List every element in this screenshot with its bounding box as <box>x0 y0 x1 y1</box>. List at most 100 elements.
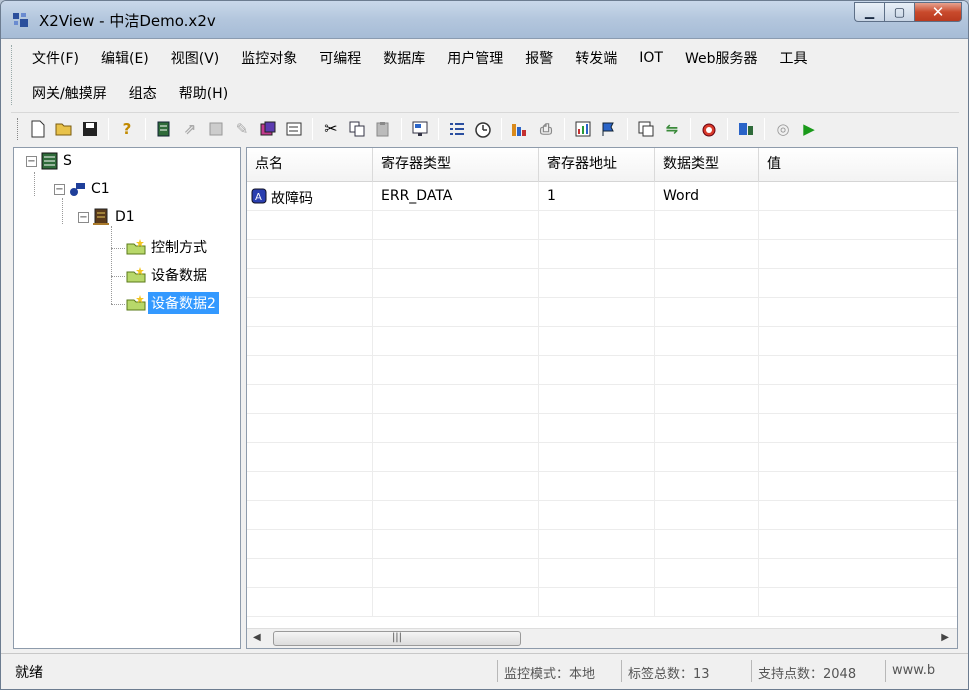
project-tree[interactable]: − S − C1 − D1 控制方式 设备数据 设备数据2 <box>13 147 241 649</box>
menu-web-server[interactable]: Web服务器 <box>674 46 769 70</box>
alarm-flag-icon[interactable] <box>599 119 619 139</box>
toolbar-separator <box>312 117 313 140</box>
close-button[interactable]: ✕ <box>914 2 962 22</box>
menu-gateway[interactable]: 网关/触摸屏 <box>21 81 118 105</box>
tree-label: S <box>63 153 72 169</box>
tree-node-channel[interactable]: − C1 <box>54 178 113 200</box>
paste-icon[interactable] <box>373 119 393 139</box>
menu-user-management[interactable]: 用户管理 <box>436 46 514 70</box>
add-tag-icon[interactable] <box>258 119 278 139</box>
menu-alarm[interactable]: 报警 <box>514 46 564 70</box>
print-icon[interactable]: ⎙ <box>536 119 556 139</box>
menu-config[interactable]: 组态 <box>118 81 168 105</box>
menu-help[interactable]: 帮助(H) <box>168 81 239 105</box>
alarm-clock-icon[interactable] <box>699 119 719 139</box>
copy-icon[interactable] <box>347 119 367 139</box>
tree-connector <box>62 198 63 224</box>
horizontal-scrollbar[interactable]: ◀ ||| ▶ <box>247 628 957 648</box>
scroll-left-icon[interactable]: ◀ <box>253 632 261 643</box>
menu-monitor-object[interactable]: 监控对象 <box>230 46 308 70</box>
column-header-name[interactable]: 点名 <box>247 148 373 182</box>
collapse-icon[interactable]: − <box>26 155 37 167</box>
run-icon[interactable]: ▶ <box>799 119 819 139</box>
empty-row <box>247 530 957 559</box>
open-folder-icon[interactable] <box>54 119 74 139</box>
save-icon[interactable] <box>80 119 100 139</box>
empty-row <box>247 472 957 501</box>
empty-row <box>247 240 957 269</box>
column-header-register-type[interactable]: 寄存器类型 <box>373 148 539 182</box>
tag-grid[interactable]: 点名 寄存器类型 寄存器地址 数据类型 值 A 故障码 ERR_DATA 1 W… <box>246 147 958 649</box>
user-icon[interactable] <box>510 119 530 139</box>
properties-icon[interactable] <box>284 119 304 139</box>
tree-node-server[interactable]: − S <box>26 150 75 172</box>
empty-row <box>247 211 957 240</box>
new-file-icon[interactable] <box>28 119 48 139</box>
empty-row <box>247 298 957 327</box>
list-view-icon[interactable] <box>447 119 467 139</box>
tree-label: 控制方式 <box>151 240 207 256</box>
cut-icon[interactable]: ✂ <box>321 119 341 139</box>
tree-label: C1 <box>91 181 110 197</box>
add-server-icon[interactable] <box>154 119 174 139</box>
window-title: X2View - 中洁Demo.x2v <box>39 12 216 30</box>
iot-icon[interactable]: ⇋ <box>662 119 682 139</box>
menu-view[interactable]: 视图(V) <box>160 46 231 70</box>
toolbar-separator <box>564 117 565 140</box>
menu-database[interactable]: 数据库 <box>372 46 436 70</box>
scroll-right-icon[interactable]: ▶ <box>941 632 949 643</box>
add-group-icon[interactable]: ✎ <box>232 119 252 139</box>
status-ready: 就绪 <box>15 665 43 681</box>
table-row[interactable]: A 故障码 ERR_DATA 1 Word <box>247 182 957 211</box>
stop-icon[interactable]: ◎ <box>773 119 793 139</box>
add-device-icon[interactable] <box>206 119 226 139</box>
menu-tools[interactable]: 工具 <box>769 46 819 70</box>
menu-row-2: 网关/触摸屏 组态 帮助(H) <box>21 81 239 105</box>
timer-icon[interactable] <box>473 119 493 139</box>
menu-grip[interactable] <box>11 45 15 105</box>
scroll-thumb[interactable]: ||| <box>273 631 521 646</box>
collapse-icon[interactable]: − <box>54 183 65 195</box>
tree-node-group-selected[interactable]: 设备数据2 <box>126 291 220 315</box>
menu-edit[interactable]: 编辑(E) <box>90 46 160 70</box>
toolbar-grip[interactable] <box>17 117 21 140</box>
cell-register-address: 1 <box>539 182 655 211</box>
menu-bar: 文件(F) 编辑(E) 视图(V) 监控对象 可编程 数据库 用户管理 报警 转… <box>11 41 959 109</box>
minimize-button[interactable]: ▁ <box>854 2 884 22</box>
tree-node-group[interactable]: 设备数据 <box>126 264 210 286</box>
add-channel-icon[interactable]: ⇗ <box>180 119 200 139</box>
menu-file[interactable]: 文件(F) <box>21 46 90 70</box>
column-header-value[interactable]: 值 <box>759 148 957 182</box>
monitor-icon[interactable] <box>410 119 430 139</box>
menu-iot[interactable]: IOT <box>628 48 674 68</box>
minimize-icon: ▁ <box>864 5 875 19</box>
app-window: X2View - 中洁Demo.x2v ▁ ▢ ✕ 文件(F) 编辑(E) 视图… <box>0 0 969 690</box>
tree-connector <box>111 304 125 305</box>
forward-icon[interactable] <box>736 119 756 139</box>
title-bar[interactable]: X2View - 中洁Demo.x2v ▁ ▢ ✕ <box>1 1 968 39</box>
menu-forwarder[interactable]: 转发端 <box>564 46 628 70</box>
tree-node-group[interactable]: 控制方式 <box>126 236 210 258</box>
tree-label: 设备数据 <box>151 268 207 284</box>
database-icon[interactable] <box>636 119 656 139</box>
toolbar-separator <box>145 117 146 140</box>
collapse-icon[interactable]: − <box>78 211 89 223</box>
maximize-icon: ▢ <box>893 5 906 19</box>
empty-row <box>247 501 957 530</box>
maximize-button[interactable]: ▢ <box>884 2 914 22</box>
status-tag-count: 标签总数：13 <box>621 660 716 682</box>
tree-node-device[interactable]: − D1 <box>78 206 138 228</box>
help-icon[interactable]: ? <box>117 119 137 139</box>
toolbar-separator <box>627 117 628 140</box>
empty-row <box>247 356 957 385</box>
column-header-data-type[interactable]: 数据类型 <box>655 148 759 182</box>
close-icon: ✕ <box>931 3 945 21</box>
status-bar: 就绪 监控模式：本地 标签总数：13 支持点数：2048 www.b <box>1 653 968 689</box>
menu-programmable[interactable]: 可编程 <box>308 46 372 70</box>
tree-label: D1 <box>115 209 135 225</box>
toolbar-separator <box>501 117 502 140</box>
empty-row <box>247 414 957 443</box>
column-header-register-address[interactable]: 寄存器地址 <box>539 148 655 182</box>
tree-label: 设备数据2 <box>147 291 220 315</box>
chart-icon[interactable] <box>573 119 593 139</box>
